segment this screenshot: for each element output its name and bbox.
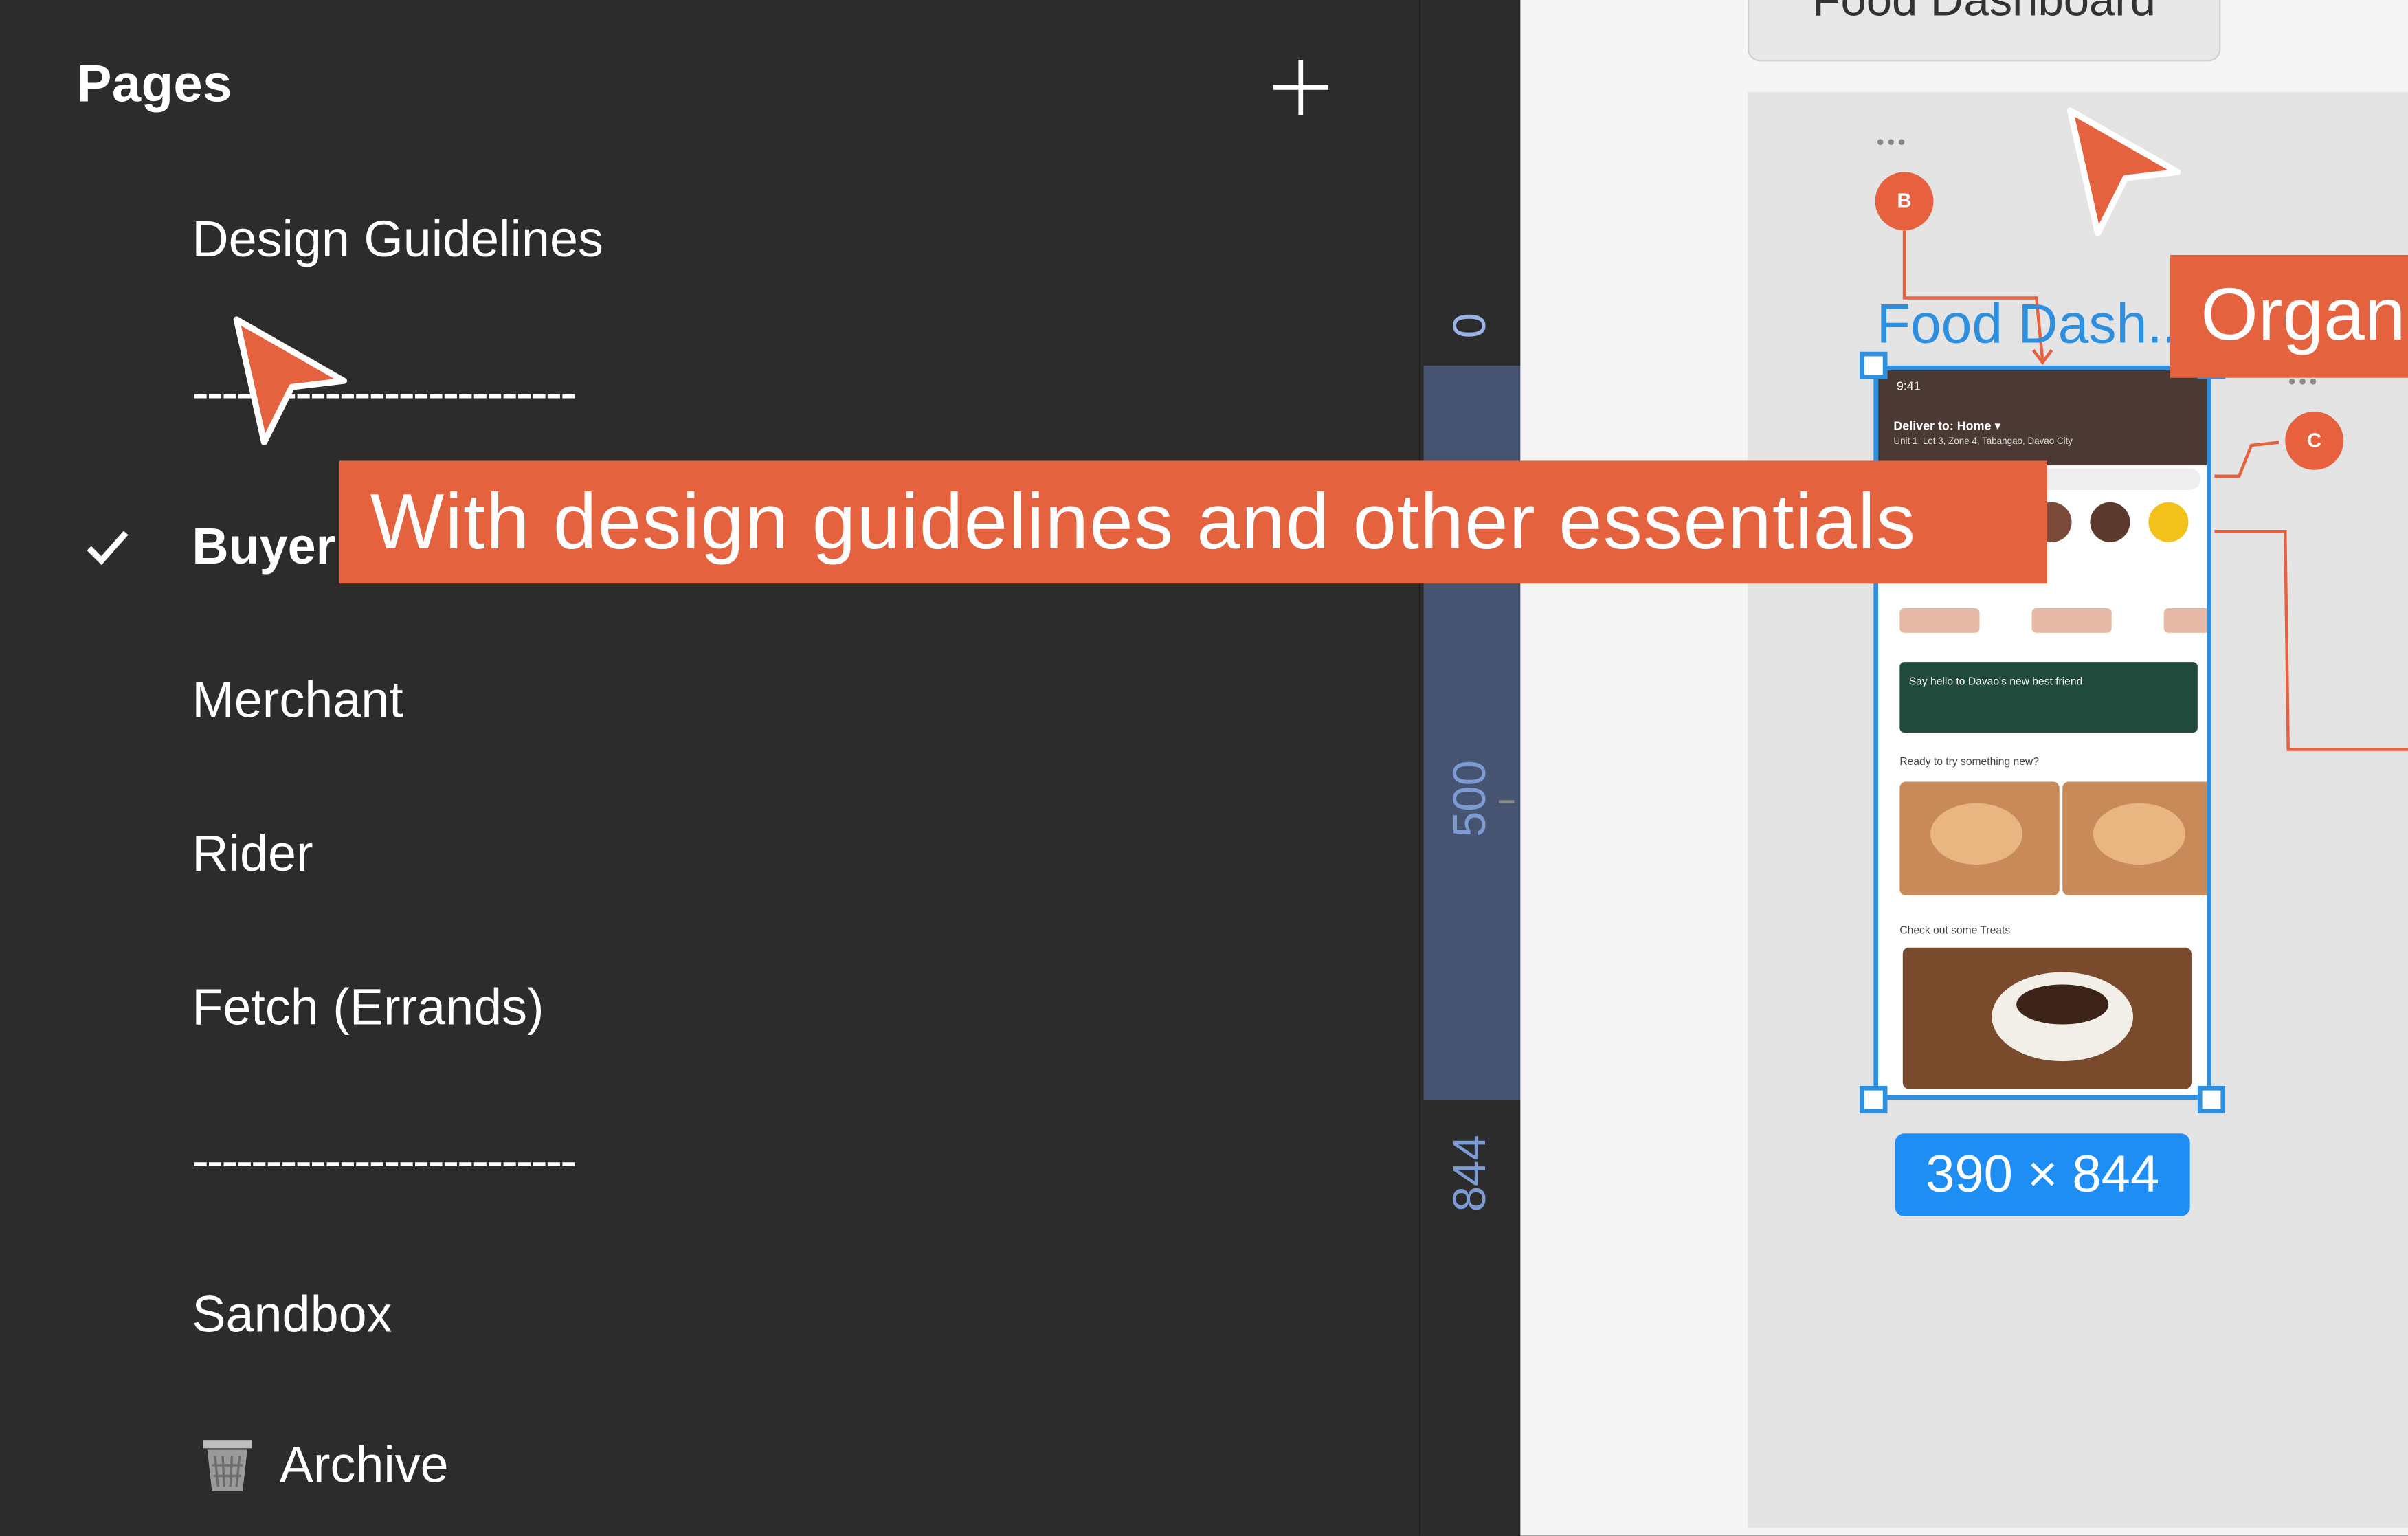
- status-time: 9:41: [1896, 379, 1921, 394]
- food-card: [2062, 781, 2207, 895]
- ruler-mark-844: 844: [1445, 1135, 1496, 1212]
- page-item-fetch-errands[interactable]: Fetch (Errands): [0, 946, 1382, 1069]
- page-item-merchant[interactable]: Merchant: [0, 639, 1382, 762]
- filter-chip: [2031, 608, 2112, 633]
- page-item-rider[interactable]: Rider: [0, 792, 1382, 915]
- page-label: Design Guidelines: [192, 210, 603, 267]
- ruler-mark-500: 500: [1445, 760, 1496, 837]
- page-label: Sandbox: [192, 1285, 392, 1343]
- ruler-tick: [1499, 800, 1515, 803]
- section-heading: Check out some Treats: [1899, 926, 2011, 937]
- cursor-arrow-icon: [2066, 107, 2181, 237]
- separator-label: --------------------------: [192, 1131, 577, 1189]
- page-item-archive[interactable]: Archive: [0, 1404, 1382, 1527]
- plus-icon[interactable]: [1269, 55, 1333, 120]
- food-card: [1899, 781, 2060, 895]
- callout-banner: Organ: [2170, 254, 2408, 378]
- promo-banner: Say hello to Davao's new best friend: [1899, 662, 2198, 733]
- page-separator[interactable]: --------------------------: [0, 1100, 1382, 1223]
- filter-chip: [2163, 608, 2207, 633]
- pages-title: Pages: [76, 55, 232, 114]
- category-icon: [2148, 502, 2189, 542]
- trash-icon: [202, 1440, 252, 1491]
- page-label: Archive: [279, 1436, 449, 1493]
- resize-handle[interactable]: [1860, 1085, 1888, 1114]
- pages-panel: Pages Design Guidelines ----------------…: [0, 0, 1419, 1536]
- checkmark-icon: [87, 531, 129, 566]
- page-item-sandbox[interactable]: Sandbox: [0, 1254, 1382, 1377]
- coffee-card: [1902, 947, 2192, 1089]
- dimensions-badge: 390 × 844: [1895, 1133, 2190, 1216]
- frame-name-label[interactable]: Food Dash...: [1877, 292, 2194, 357]
- page-label: Rider: [192, 825, 313, 882]
- page-label: Fetch (Errands): [192, 978, 544, 1036]
- screenshot-stage: Pages Design Guidelines ----------------…: [0, 0, 2408, 1536]
- banner-text: Say hello to Davao's new best friend: [1908, 677, 2083, 689]
- comment-pin-c[interactable]: C: [2285, 411, 2344, 470]
- category-icon: [2090, 502, 2130, 542]
- callout-banner: With design guidelines and other essenti…: [339, 460, 2047, 584]
- resize-handle[interactable]: [1860, 351, 1888, 379]
- page-label: Merchant: [192, 671, 403, 728]
- cursor-arrow-icon: [233, 316, 348, 446]
- filter-chip: [1899, 608, 1980, 633]
- section-heading: Ready to try something new?: [1899, 757, 2039, 768]
- page-separator[interactable]: --------------------------: [0, 332, 1382, 455]
- address-text: Unit 1, Lot 3, Zone 4, Tabangao, Davao C…: [1893, 437, 2073, 447]
- resize-handle[interactable]: [2197, 1085, 2226, 1114]
- page-item-design-guidelines[interactable]: Design Guidelines: [0, 178, 1382, 301]
- vertical-ruler: 0 500 844: [1418, 0, 1522, 1536]
- page-label: Buyer: [192, 517, 336, 575]
- design-canvas[interactable]: Food Dashboard ••• B ••• C Food Dash... …: [1520, 0, 2408, 1536]
- ruler-mark-0: 0: [1445, 313, 1496, 339]
- app-header: 9:41 Deliver to: Home ▾ Unit 1, Lot 3, Z…: [1878, 370, 2207, 466]
- deliver-to-label: Deliver to: Home ▾: [1893, 419, 2001, 434]
